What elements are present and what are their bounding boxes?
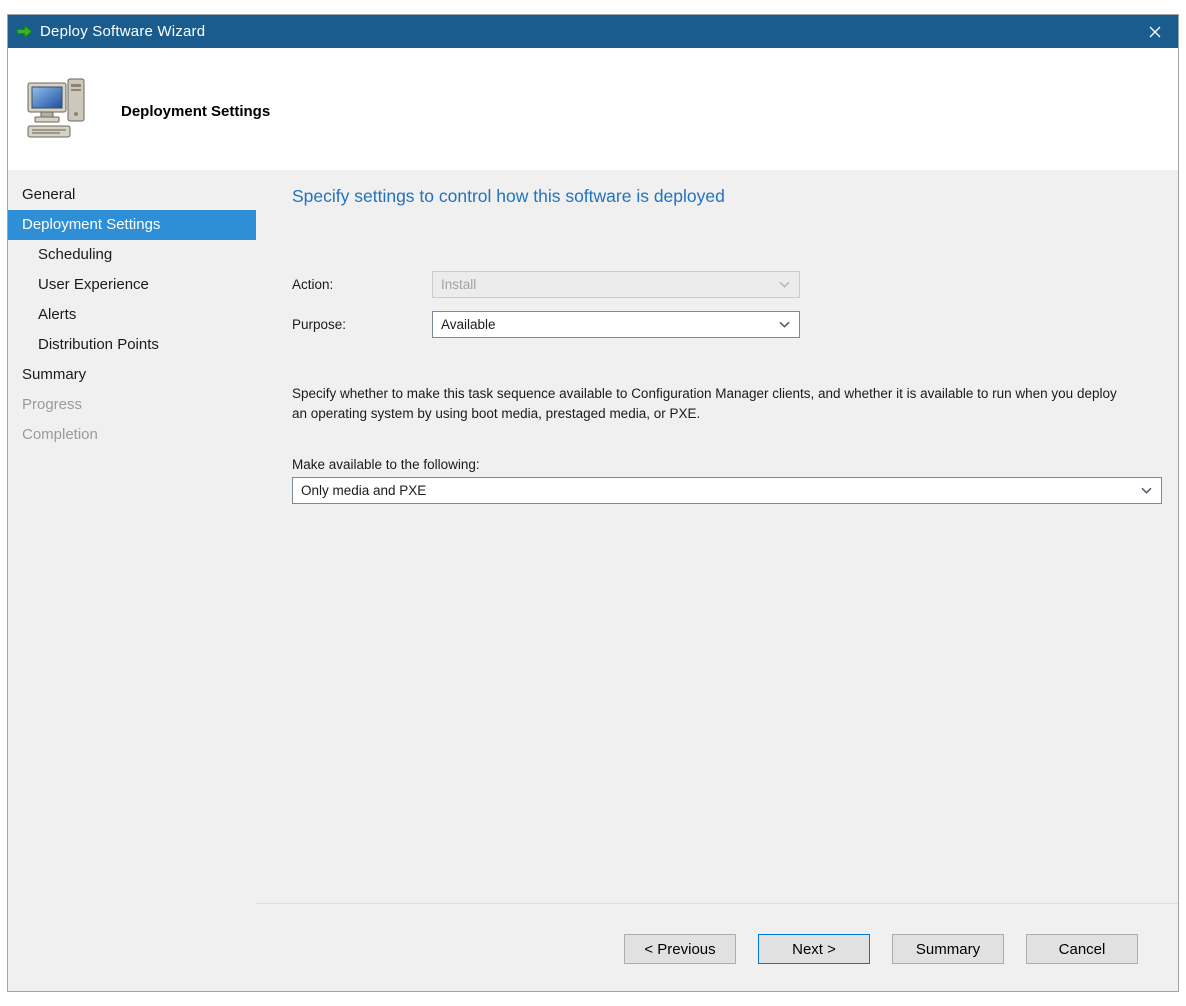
page-title: Deployment Settings bbox=[121, 103, 270, 120]
purpose-dropdown[interactable]: Available bbox=[432, 311, 800, 338]
wizard-nav: General Deployment Settings Scheduling U… bbox=[8, 170, 256, 991]
titlebar: Deploy Software Wizard bbox=[8, 15, 1178, 48]
wizard-footer: < Previous Next > Summary Cancel bbox=[256, 903, 1178, 991]
close-icon bbox=[1149, 26, 1161, 38]
computer-icon bbox=[26, 76, 90, 145]
action-row: Action: Install bbox=[292, 271, 1162, 298]
make-available-dropdown[interactable]: Only media and PXE bbox=[292, 477, 1162, 504]
purpose-value: Available bbox=[441, 317, 496, 332]
previous-button[interactable]: < Previous bbox=[624, 934, 736, 964]
action-label: Action: bbox=[292, 277, 432, 292]
purpose-label: Purpose: bbox=[292, 317, 432, 332]
chevron-down-icon bbox=[779, 321, 799, 328]
nav-item-scheduling[interactable]: Scheduling bbox=[8, 240, 256, 270]
deploy-arrow-icon bbox=[16, 23, 33, 40]
form-rows: Action: Install Purpose: bbox=[292, 271, 1162, 338]
page-heading: Specify settings to control how this sof… bbox=[292, 186, 1162, 207]
nav-item-deployment-settings[interactable]: Deployment Settings bbox=[8, 210, 256, 240]
nav-item-distribution-points[interactable]: Distribution Points bbox=[8, 330, 256, 360]
nav-item-summary[interactable]: Summary bbox=[8, 360, 256, 390]
window-title: Deploy Software Wizard bbox=[40, 23, 205, 40]
wizard-main-pane: Specify settings to control how this sof… bbox=[256, 170, 1178, 991]
action-value: Install bbox=[441, 277, 476, 292]
action-dropdown: Install bbox=[432, 271, 800, 298]
nav-item-progress: Progress bbox=[8, 390, 256, 420]
wizard-body: General Deployment Settings Scheduling U… bbox=[8, 170, 1178, 991]
cancel-button[interactable]: Cancel bbox=[1026, 934, 1138, 964]
purpose-row: Purpose: Available bbox=[292, 311, 1162, 338]
nav-item-general[interactable]: General bbox=[8, 180, 256, 210]
chevron-down-icon bbox=[1141, 487, 1161, 494]
nav-item-alerts[interactable]: Alerts bbox=[8, 300, 256, 330]
deploy-software-wizard-dialog: Deploy Software Wizard bbox=[7, 14, 1179, 992]
wizard-header: Deployment Settings bbox=[8, 48, 1178, 170]
make-available-value: Only media and PXE bbox=[301, 483, 426, 498]
deployment-settings-page: Specify settings to control how this sof… bbox=[256, 170, 1178, 903]
nav-item-completion: Completion bbox=[8, 420, 256, 450]
make-available-label: Make available to the following: bbox=[292, 457, 1162, 472]
close-button[interactable] bbox=[1132, 15, 1178, 48]
nav-item-user-experience[interactable]: User Experience bbox=[8, 270, 256, 300]
description-text: Specify whether to make this task sequen… bbox=[292, 384, 1122, 425]
summary-button[interactable]: Summary bbox=[892, 934, 1004, 964]
next-button[interactable]: Next > bbox=[758, 934, 870, 964]
chevron-down-icon bbox=[779, 281, 799, 288]
